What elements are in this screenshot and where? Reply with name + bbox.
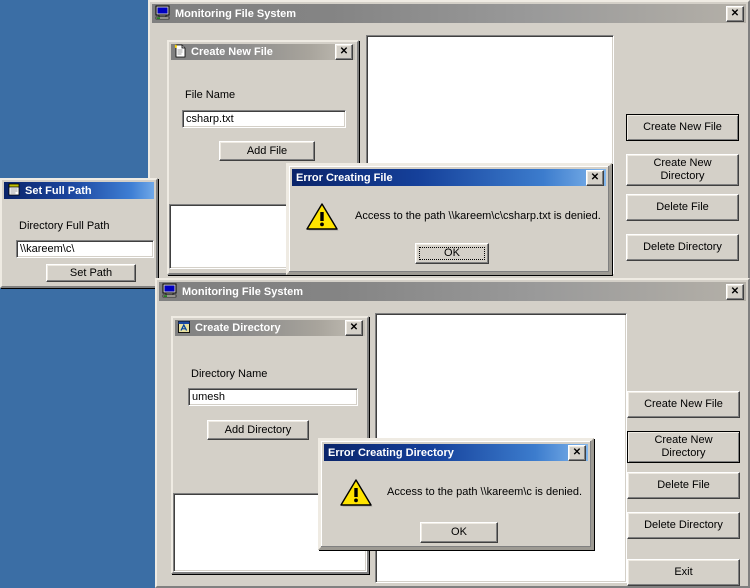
ok-button-file-error[interactable]: OK	[415, 243, 489, 264]
button-label: Exit	[674, 566, 693, 579]
create-new-directory-button-1[interactable]: Create New Directory	[626, 154, 739, 186]
close-icon[interactable]: ✕	[726, 5, 744, 22]
delete-file-button-1[interactable]: Delete File	[626, 194, 739, 221]
close-icon[interactable]: ✕	[345, 320, 363, 336]
delete-directory-button-2[interactable]: Delete Directory	[627, 512, 740, 539]
error-message-directory: Access to the path \\kareem\c is denied.	[387, 486, 583, 498]
dialog-title: Error Creating Directory	[328, 446, 454, 459]
titlebar-error-creating-file[interactable]: Error Creating File ✕	[292, 169, 606, 186]
window-title: Create Directory	[195, 322, 281, 334]
computer-icon	[162, 283, 178, 301]
new-document-icon	[173, 44, 187, 61]
window-title: Monitoring File System	[175, 7, 297, 20]
dialog-title: Error Creating File	[296, 171, 393, 184]
window-title: Monitoring File System	[182, 285, 304, 298]
titlebar-create-new-file[interactable]: Create New File ✕	[171, 44, 355, 60]
dialog-error-creating-directory[interactable]: Error Creating Directory ✕ Access to the…	[318, 438, 594, 550]
titlebar-monitoring-2[interactable]: Monitoring File System ✕	[159, 282, 746, 301]
focus-ring	[419, 247, 485, 260]
error-message-file: Access to the path \\kareem\c\csharp.txt…	[355, 210, 601, 222]
titlebar-set-full-path[interactable]: Set Full Path	[4, 182, 154, 199]
path-icon	[7, 182, 21, 199]
button-label: Add File	[246, 144, 288, 157]
close-icon[interactable]: ✕	[726, 283, 744, 300]
directory-name-label: Directory Name	[191, 368, 268, 380]
close-icon[interactable]: ✕	[568, 444, 586, 461]
button-label: Delete File	[656, 201, 709, 214]
button-label: Delete Directory	[644, 519, 723, 532]
create-new-file-button-1[interactable]: Create New File	[626, 114, 739, 141]
close-icon[interactable]: ✕	[335, 44, 353, 60]
folder-window-icon	[177, 320, 191, 337]
button-label: Delete Directory	[643, 241, 722, 254]
titlebar-monitoring-1[interactable]: Monitoring File System ✕	[152, 4, 746, 23]
button-label: OK	[451, 526, 467, 539]
add-directory-button[interactable]: Add Directory	[207, 420, 309, 440]
directory-full-path-input[interactable]: \\kareem\c\	[16, 240, 154, 258]
window-set-full-path[interactable]: Set Full Path Directory Full Path \\kare…	[0, 178, 158, 288]
window-title: Set Full Path	[25, 184, 92, 197]
close-icon[interactable]: ✕	[586, 169, 604, 186]
directory-name-input[interactable]: umesh	[188, 388, 358, 406]
button-label: Create New File	[644, 398, 723, 411]
button-label: Create New Directory	[654, 434, 713, 459]
ok-button-directory-error[interactable]: OK	[420, 522, 498, 543]
button-label: Create New Directory	[653, 157, 712, 182]
dialog-error-creating-file[interactable]: Error Creating File ✕ Access to the path…	[286, 163, 612, 275]
delete-file-button-2[interactable]: Delete File	[627, 472, 740, 499]
button-label: Delete File	[657, 479, 710, 492]
exit-button[interactable]: Exit	[627, 559, 740, 586]
titlebar-create-directory[interactable]: Create Directory ✕	[175, 320, 365, 336]
warning-icon	[339, 477, 373, 511]
create-new-directory-button-2[interactable]: Create New Directory	[627, 431, 740, 463]
button-label: Add Directory	[224, 423, 292, 436]
directory-full-path-label: Directory Full Path	[19, 220, 110, 232]
delete-directory-button-1[interactable]: Delete Directory	[626, 234, 739, 261]
set-path-button[interactable]: Set Path	[46, 264, 136, 282]
button-label: Create New File	[643, 121, 722, 134]
button-label: Set Path	[69, 266, 113, 279]
file-name-label: File Name	[185, 89, 236, 101]
create-new-file-button-2[interactable]: Create New File	[627, 391, 740, 418]
window-title: Create New File	[191, 46, 273, 58]
titlebar-error-creating-directory[interactable]: Error Creating Directory ✕	[324, 444, 588, 461]
add-file-button[interactable]: Add File	[219, 141, 315, 161]
computer-icon	[155, 5, 171, 23]
warning-icon	[305, 201, 339, 235]
file-name-input[interactable]: csharp.txt	[182, 110, 346, 128]
